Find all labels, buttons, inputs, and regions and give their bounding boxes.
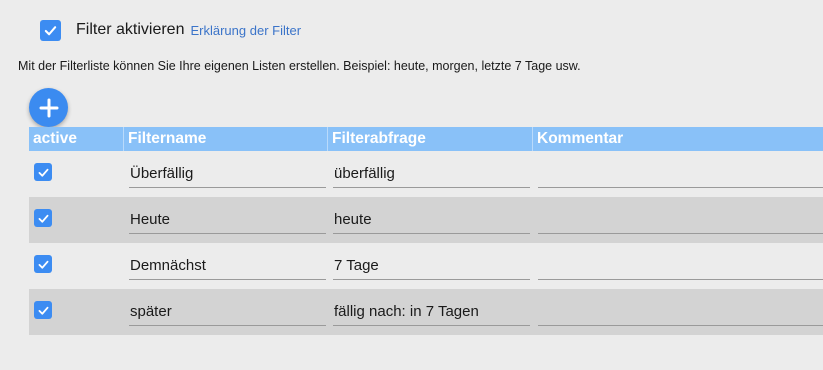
filtername-field[interactable]: Heute bbox=[129, 205, 326, 234]
filter-explanation-link[interactable]: Erklärung der Filter bbox=[190, 23, 301, 38]
filtername-field[interactable]: später bbox=[129, 297, 326, 326]
filter-description: Mit der Filterliste können Sie Ihre eige… bbox=[18, 59, 581, 73]
row-active-checkbox[interactable] bbox=[34, 163, 52, 181]
filter-enable-checkbox[interactable] bbox=[40, 19, 61, 41]
plus-icon bbox=[39, 98, 58, 117]
filter-toggle-row: Filter aktivieren Erklärung der Filter bbox=[40, 17, 301, 43]
checkmark-icon bbox=[38, 306, 48, 315]
column-header-active[interactable]: active bbox=[29, 127, 122, 151]
column-header-filtername[interactable]: Filtername bbox=[123, 127, 327, 151]
filter-table: active Filtername Filterabfrage Kommenta… bbox=[29, 127, 823, 335]
filtername-field[interactable]: Überfällig bbox=[129, 159, 326, 188]
table-header: active Filtername Filterabfrage Kommenta… bbox=[29, 127, 823, 151]
table-row: Demnächst 7 Tage bbox=[29, 243, 823, 289]
checkmark-icon bbox=[38, 214, 48, 223]
add-filter-button[interactable] bbox=[29, 88, 68, 127]
checkmark-icon bbox=[38, 260, 48, 269]
table-row: Heute heute bbox=[29, 197, 823, 243]
table-row: Überfällig überfällig bbox=[29, 151, 823, 197]
checkmark-icon bbox=[44, 25, 57, 35]
filterabfrage-field[interactable]: fällig nach: in 7 Tagen bbox=[333, 297, 530, 326]
filtername-field[interactable]: Demnächst bbox=[129, 251, 326, 280]
kommentar-field[interactable] bbox=[538, 159, 823, 188]
kommentar-field[interactable] bbox=[538, 297, 823, 326]
filterabfrage-field[interactable]: überfällig bbox=[333, 159, 530, 188]
column-header-kommentar[interactable]: Kommentar bbox=[532, 127, 823, 151]
row-active-checkbox[interactable] bbox=[34, 209, 52, 227]
row-active-checkbox[interactable] bbox=[34, 255, 52, 273]
filterabfrage-field[interactable]: heute bbox=[333, 205, 530, 234]
kommentar-field[interactable] bbox=[538, 251, 823, 280]
column-header-filterabfrage[interactable]: Filterabfrage bbox=[327, 127, 532, 151]
row-active-checkbox[interactable] bbox=[34, 301, 52, 319]
checkmark-icon bbox=[38, 168, 48, 177]
filter-enable-label: Filter aktivieren bbox=[76, 21, 185, 38]
table-row: später fällig nach: in 7 Tagen bbox=[29, 289, 823, 335]
filterabfrage-field[interactable]: 7 Tage bbox=[333, 251, 530, 280]
kommentar-field[interactable] bbox=[538, 205, 823, 234]
